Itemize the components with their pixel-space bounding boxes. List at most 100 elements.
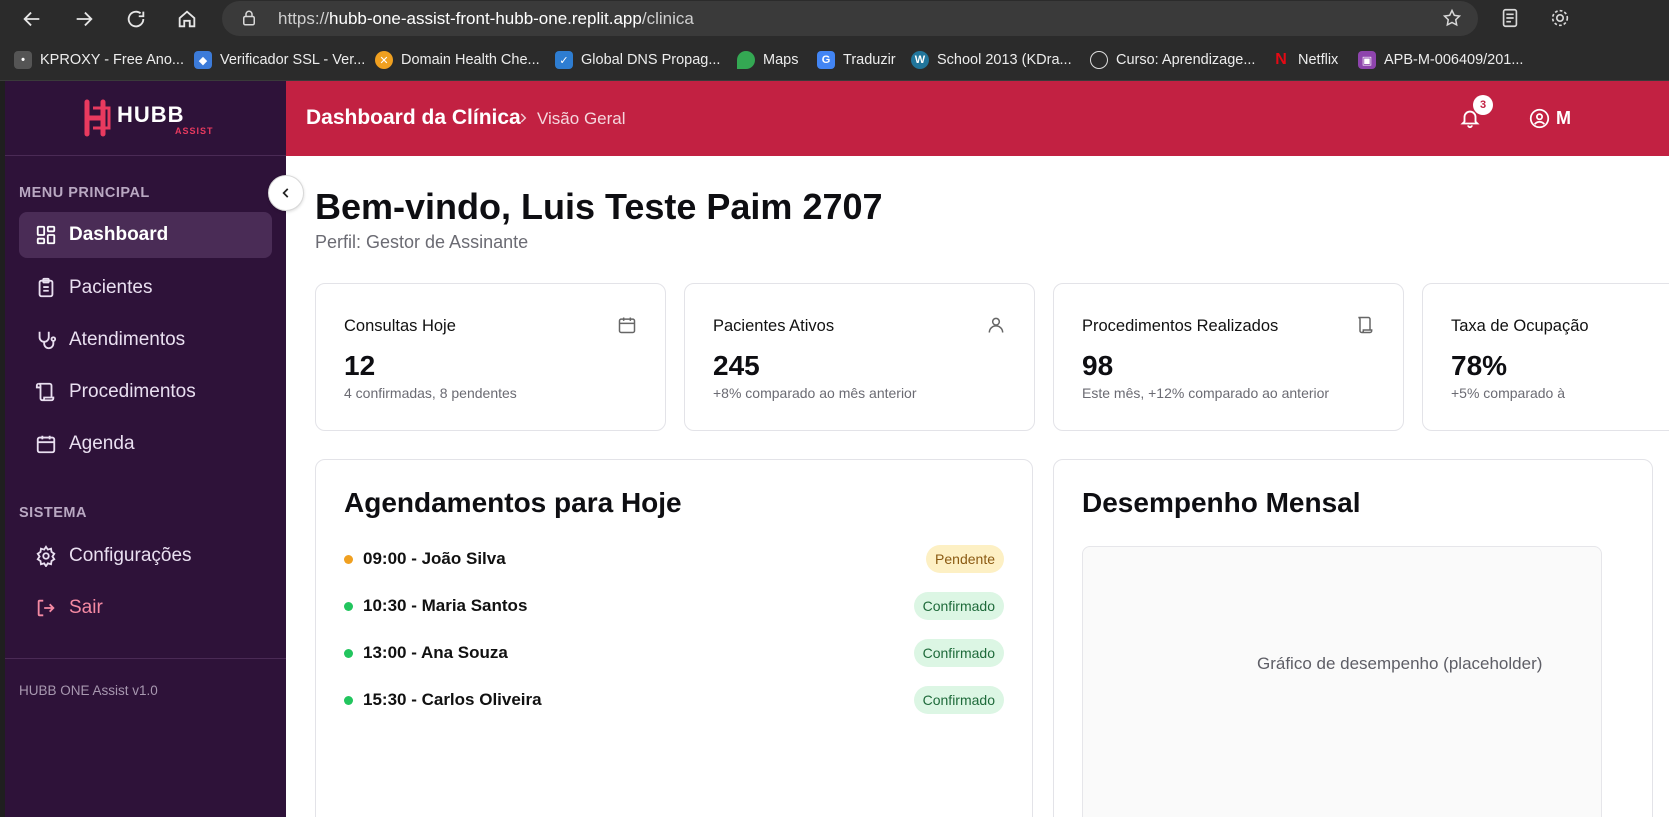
sidebar-item-label: Dashboard (69, 224, 169, 245)
performance-title: Desempenho Mensal (1082, 487, 1361, 518)
bookmark-label: Curso: Aprendizage... (1116, 52, 1256, 68)
back-button[interactable] (17, 4, 47, 34)
app-version: HUBB ONE Assist v1.0 (19, 683, 158, 698)
ssl-icon: ◆ (194, 51, 212, 69)
sidebar-item-agenda[interactable]: Agenda (19, 421, 272, 467)
status-dot (344, 601, 353, 611)
appointment-text: 15:30 - Carlos Oliveira (363, 690, 542, 709)
hubb-logo[interactable]: HUBB ASSIST (83, 98, 213, 138)
sidebar-item-label: Configurações (69, 545, 192, 566)
logout-icon (37, 599, 55, 617)
appointment-item[interactable]: 10:30 - Maria Santos Confirmado (344, 589, 1004, 623)
appointment-text: 10:30 - Maria Santos (363, 596, 528, 615)
home-button[interactable] (172, 4, 202, 34)
chevron-left-icon (282, 188, 289, 198)
top-header: Dashboard da Clínica Visão Geral 3 M (286, 81, 1669, 156)
bookmark-label: KPROXY - Free Ano... (40, 52, 184, 68)
user-menu-label[interactable]: M (1556, 108, 1571, 129)
stat-subtext: +8% comparado ao mês anterior (713, 385, 917, 401)
stat-subtext: 4 confirmadas, 8 pendentes (344, 385, 517, 401)
bookmark-item[interactable]: G Traduzir (817, 49, 896, 71)
svg-text:ASSIST: ASSIST (175, 126, 213, 136)
status-badge: Confirmado (913, 592, 1004, 620)
bookmark-item[interactable]: ◆ Verificador SSL - Ver... (194, 49, 365, 71)
stat-subtext: Este mês, +12% comparado ao anterior (1082, 385, 1330, 401)
bookmark-label: APB-M-006409/201... (1384, 52, 1524, 68)
user-circle-icon[interactable] (1529, 108, 1550, 129)
appointment-item[interactable]: 13:00 - Ana Souza Confirmado (344, 636, 1004, 670)
appointments-panel: Agendamentos para Hoje 09:00 - João Silv… (315, 459, 1033, 817)
notification-badge: 3 (1473, 95, 1493, 115)
url-path: /clinica (641, 9, 694, 28)
clipboard-icon (38, 277, 54, 298)
reload-icon (127, 10, 145, 28)
browser-toolbar: https://hubb-one-assist-front-hubb-one.r… (0, 0, 1669, 38)
appointment-item[interactable]: 15:30 - Carlos Oliveira Confirmado (344, 683, 1004, 717)
bookmark-label: Netflix (1298, 52, 1339, 68)
status-dot (344, 695, 353, 705)
sidebar-item-label: Atendimentos (69, 329, 186, 350)
stat-value: 245 (713, 350, 760, 381)
arrow-left-icon (23, 11, 40, 27)
domain-health-icon: ✕ (375, 51, 393, 69)
status-dot (344, 554, 353, 564)
stat-value: 98 (1082, 350, 1114, 381)
bookmark-item[interactable]: W School 2013 (KDra... (911, 49, 1072, 71)
translate-icon: G (817, 51, 835, 69)
stat-subtext: +5% comparado à (1451, 385, 1566, 401)
classroom-icon: ▣ (1358, 51, 1376, 69)
brand: HUBB ASSIST (5, 81, 286, 156)
home-icon (178, 10, 196, 28)
sidebar-item-configuracoes[interactable]: Configurações (19, 533, 272, 579)
settings-gear-icon[interactable] (1549, 6, 1571, 30)
sidebar-item-label: Pacientes (69, 277, 153, 298)
forward-button[interactable] (69, 4, 99, 34)
calendar-icon (36, 435, 56, 454)
bookmark-item[interactable]: Maps (737, 49, 798, 71)
breadcrumb-current: Visão Geral (537, 109, 626, 128)
calendar-icon (618, 317, 636, 334)
bookmark-label: School 2013 (KDra... (937, 52, 1072, 68)
stat-title: Pacientes Ativos (713, 317, 835, 335)
main-content: Bem-vindo, Luis Teste Paim 2707 Perfil: … (286, 156, 1669, 817)
collapse-sidebar-button[interactable] (268, 175, 304, 211)
maps-pin-icon (737, 51, 755, 69)
breadcrumb-title[interactable]: Dashboard da Clínica (306, 106, 521, 130)
sidebar-item-label: Agenda (69, 433, 135, 454)
status-badge: Pendente (926, 545, 1004, 573)
sidebar-item-procedimentos[interactable]: Procedimentos (19, 369, 272, 415)
bookmark-item[interactable]: ✕ Domain Health Che... (375, 49, 540, 71)
dashboard-icon (36, 225, 56, 245)
sidebar-item-sair[interactable]: Sair (19, 585, 272, 631)
sidebar-item-dashboard[interactable]: Dashboard (19, 212, 272, 258)
appointment-item[interactable]: 09:00 - João Silva Pendente (344, 542, 1004, 576)
performance-chart-area: Gráfico de desempenho (placeholder) (1082, 546, 1602, 817)
bookmark-item[interactable]: Curso: Aprendizage... (1090, 49, 1255, 71)
extension-icon[interactable] (1499, 6, 1521, 30)
globe-icon (1090, 51, 1108, 69)
profile-label: Perfil: Gestor de Assinante (315, 232, 529, 252)
sidebar-item-atendimentos[interactable]: Atendimentos (19, 317, 272, 363)
sidebar-item-pacientes[interactable]: Pacientes (19, 265, 272, 311)
bookmark-item[interactable]: N Netflix (1272, 49, 1338, 71)
address-bar[interactable]: https://hubb-one-assist-front-hubb-one.r… (222, 1, 1478, 36)
status-badge: Confirmado (913, 686, 1004, 714)
wordpress-icon: W (911, 51, 929, 69)
star-icon[interactable] (1442, 8, 1462, 28)
welcome-title: Bem-vindo, Luis Teste Paim 2707 (315, 186, 883, 227)
sidebar-footer: HUBB ONE Assist v1.0 (5, 658, 286, 698)
scroll-icon (35, 382, 55, 402)
stat-card-procedimentos: Procedimentos Realizados 98 Este mês, +1… (1053, 283, 1404, 431)
appointments-title: Agendamentos para Hoje (344, 487, 682, 518)
appointment-text: 09:00 - João Silva (363, 549, 506, 568)
bookmark-item[interactable]: ▣ APB-M-006409/201... (1358, 49, 1523, 71)
kproxy-icon: • (14, 51, 32, 69)
bookmark-item[interactable]: • KPROXY - Free Ano... (14, 49, 184, 71)
svg-text:HUBB: HUBB (117, 102, 185, 127)
url-scheme: https:// (278, 9, 330, 28)
sidebar-item-label: Procedimentos (69, 381, 196, 402)
reload-button[interactable] (121, 4, 151, 34)
stat-title: Procedimentos Realizados (1082, 317, 1279, 335)
bookmark-item[interactable]: ✓ Global DNS Propag... (555, 49, 720, 71)
chevron-right-icon (520, 113, 527, 123)
